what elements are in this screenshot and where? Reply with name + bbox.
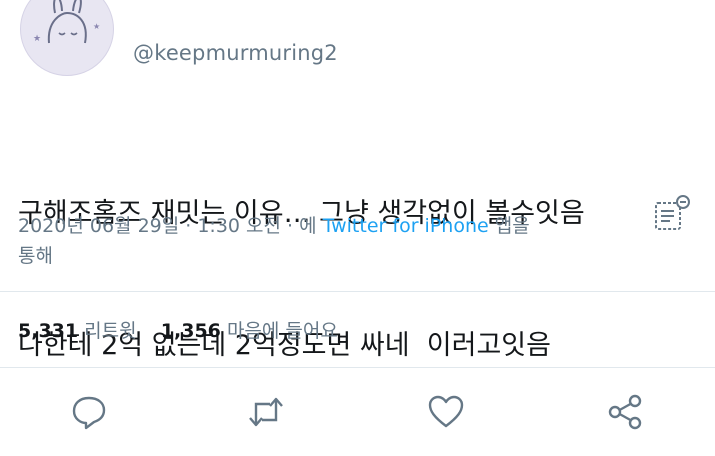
retweet-icon (249, 397, 283, 427)
translate-icon[interactable] (652, 194, 692, 234)
share-icon (608, 394, 642, 430)
tweet-source-link[interactable]: Twitter for iPhone (323, 215, 489, 237)
tweet-source-suffix: 앱을 (488, 215, 530, 237)
retweet-label[interactable]: 리트윗 (84, 320, 136, 342)
divider-top (0, 291, 715, 292)
reply-icon (72, 396, 106, 430)
bunny-avatar-drawing: ★ ★ (33, 0, 100, 44)
tweet-date: 2020년 06월 29일 · 1:30 오전 · 에 (18, 215, 323, 237)
svg-text:★: ★ (93, 22, 100, 31)
like-icon (428, 395, 464, 428)
user-handle[interactable]: @keepmurmuring2 (133, 41, 338, 65)
divider-bottom (0, 367, 715, 368)
tweet-stats: 5,331 리트윗 1,356 마음에 들어요 (18, 316, 338, 343)
tweet-source-suffix-2: 통해 (18, 245, 53, 267)
tweet-meta: 2020년 06월 29일 · 1:30 오전 · 에 Twitter for … (18, 211, 618, 271)
like-label[interactable]: 마음에 들어요 (227, 320, 338, 342)
reply-button[interactable] (69, 392, 109, 432)
svg-text:★: ★ (33, 34, 41, 44)
share-button[interactable] (605, 392, 645, 432)
retweet-count[interactable]: 5,331 (18, 320, 78, 342)
like-button[interactable] (426, 392, 466, 432)
like-count[interactable]: 1,356 (161, 320, 221, 342)
avatar[interactable]: ★ ★ (20, 0, 114, 76)
retweet-button[interactable] (246, 392, 286, 432)
